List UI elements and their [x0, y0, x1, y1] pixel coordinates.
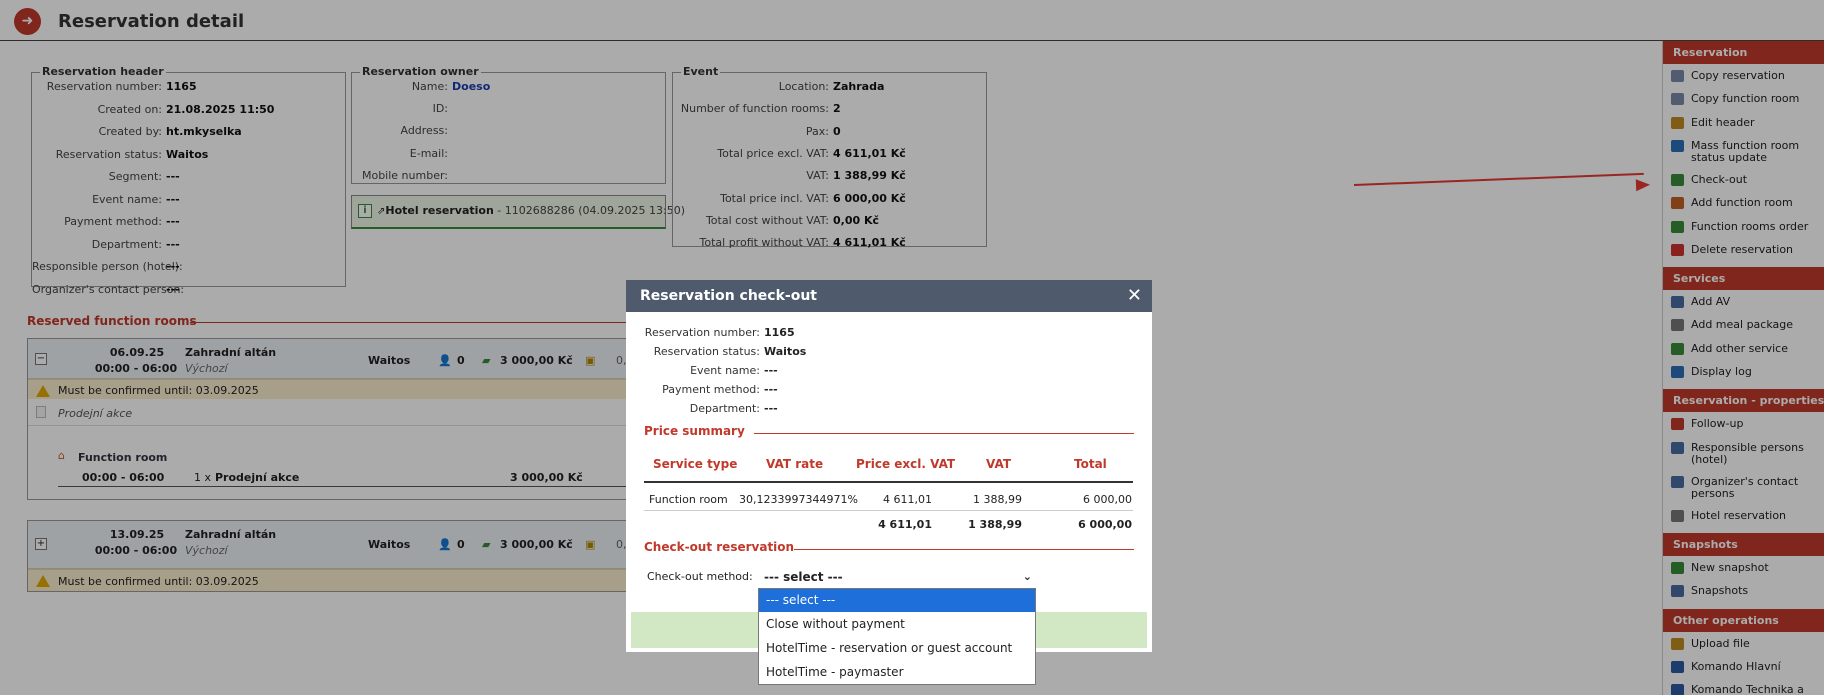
row-service-type: Function room [649, 493, 728, 506]
modal-info-row: Department: --- [626, 400, 778, 418]
modal-info-label: Payment method: [662, 383, 760, 396]
modal-info-value: --- [764, 383, 778, 396]
col-vat-rate: VAT rate [766, 457, 824, 471]
modal-info-row: Reservation status: Waitos [626, 343, 807, 361]
total-vat: 1 388,99 [968, 518, 1022, 531]
modal-header: Reservation check-out ✕ [626, 280, 1152, 312]
row-price-excl: 4 611,01 [883, 493, 932, 506]
modal-info-value: --- [764, 402, 778, 415]
modal-info-label: Event name: [690, 364, 760, 377]
option-close-without-payment[interactable]: Close without payment [759, 613, 1035, 636]
row-vat-rate: 30,1233997344971% [739, 493, 858, 506]
total-total: 6 000,00 [1078, 518, 1132, 531]
table-header-divider [644, 481, 1133, 483]
modal-info-label: Department: [689, 402, 760, 415]
checkout-method-value: --- select --- [764, 570, 843, 584]
option-select[interactable]: --- select --- [759, 589, 1035, 612]
table-row-divider [644, 510, 1133, 511]
checkout-method-dropdown: --- select --- Close without payment Hot… [758, 588, 1036, 685]
col-vat: VAT [986, 457, 1012, 471]
modal-info-value: --- [764, 364, 778, 377]
modal-title: Reservation check-out [640, 288, 817, 304]
col-price-excl-vat: Price excl. VAT [856, 457, 956, 471]
modal-info-row: Event name: --- [626, 362, 778, 380]
modal-info-label: Reservation number: [644, 326, 760, 339]
row-vat: 1 388,99 [973, 493, 1022, 506]
col-service-type: Service type [653, 457, 738, 471]
modal-info-row: Reservation number: 1165 [626, 324, 795, 342]
row-total: 6 000,00 [1083, 493, 1132, 506]
modal-info-value: Waitos [764, 345, 807, 358]
price-summary-divider [754, 433, 1134, 434]
chevron-down-icon: ⌄ [1022, 570, 1032, 583]
option-hoteltime-reservation[interactable]: HotelTime - reservation or guest account [759, 637, 1035, 660]
modal-info-row: Payment method: --- [626, 381, 778, 399]
checkout-divider [794, 549, 1134, 550]
modal-info-label: Reservation status: [653, 345, 760, 358]
checkout-method-label: Check-out method: [647, 570, 753, 583]
total-price-excl: 4 611,01 [878, 518, 932, 531]
checkout-method-select[interactable]: --- select --- ⌄ [762, 568, 1036, 586]
price-summary-title: Price summary [644, 424, 745, 438]
checkout-reservation-title: Check-out reservation [644, 540, 795, 554]
col-total: Total [1074, 457, 1107, 471]
close-icon[interactable]: ✕ [1127, 280, 1142, 312]
modal-info-value: 1165 [764, 326, 795, 339]
option-hoteltime-paymaster[interactable]: HotelTime - paymaster [759, 661, 1035, 684]
